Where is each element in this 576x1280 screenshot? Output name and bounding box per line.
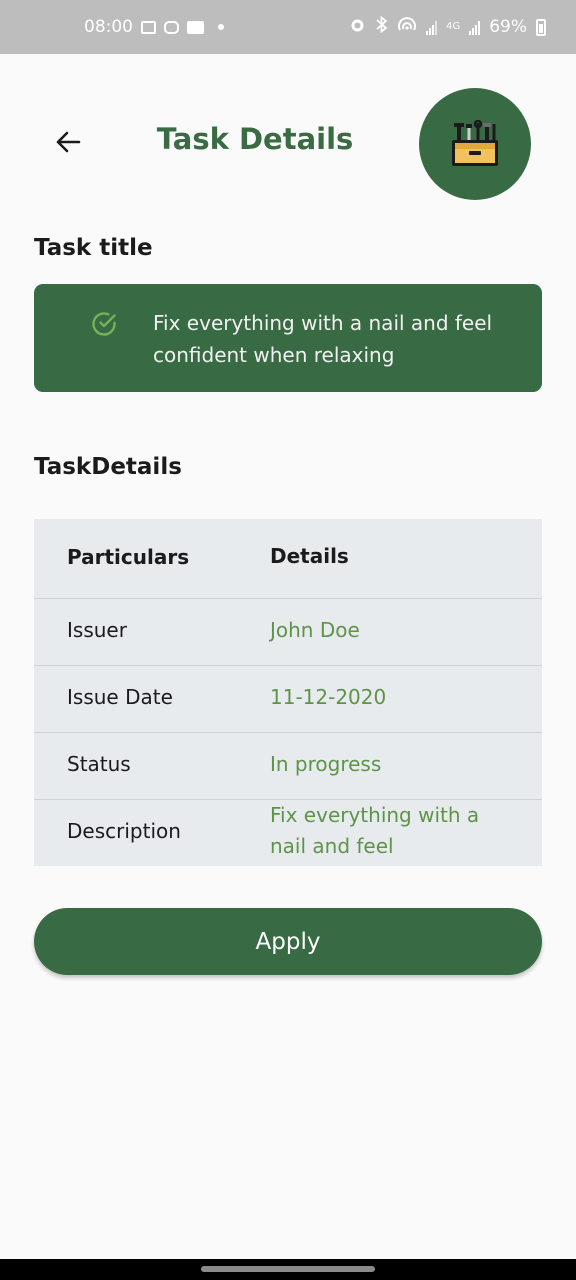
apply-button[interactable]: Apply [34, 908, 542, 975]
battery-percent: 69% [489, 17, 527, 37]
home-indicator[interactable] [201, 1266, 375, 1272]
table-row: Issue Date 11-12-2020 [34, 666, 542, 733]
toolbox-icon [452, 120, 498, 166]
row-value-status: In progress [270, 752, 382, 776]
details-table: Particulars Details Issuer John Doe Issu… [34, 519, 542, 866]
arrow-left-icon [56, 131, 81, 153]
network-type: 4G [446, 21, 461, 32]
folder-icon [187, 20, 204, 34]
table-header-row: Particulars Details [34, 519, 542, 599]
navigation-bar [0, 1259, 576, 1280]
task-details-heading: TaskDetails [34, 454, 182, 480]
bluetooth-icon [375, 15, 388, 38]
task-title-heading: Task title [34, 235, 153, 261]
battery-icon [536, 18, 546, 36]
avatar[interactable] [419, 88, 531, 200]
table-row: Issuer John Doe [34, 599, 542, 666]
check-circle-icon [90, 310, 118, 342]
table-header-particulars: Particulars [67, 545, 190, 569]
status-bar: 08:00 4G 69% [0, 0, 576, 54]
status-time: 08:00 [84, 17, 133, 37]
row-label-issuer: Issuer [67, 618, 127, 642]
notification-dot-icon [218, 24, 224, 30]
status-right: 4G 69% [349, 0, 546, 54]
task-title-card: Fix everything with a nail and feel conf… [34, 284, 542, 392]
table-row: Description Fix everything with a nail a… [34, 800, 542, 866]
status-left: 08:00 [84, 0, 224, 54]
gallery-icon [141, 20, 156, 34]
row-label-issue-date: Issue Date [67, 685, 173, 709]
signal-icon-2 [469, 20, 481, 35]
page-title: Task Details [156, 122, 354, 156]
row-value-issuer: John Doe [270, 618, 360, 642]
table-header-details: Details [270, 544, 349, 568]
row-value-issue-date: 11-12-2020 [270, 685, 387, 709]
task-title-text: Fix everything with a nail and feel conf… [153, 311, 493, 367]
row-label-status: Status [67, 752, 131, 776]
row-value-description: Fix everything with a nail and feel [270, 803, 480, 858]
table-row: Status In progress [34, 733, 542, 800]
back-button[interactable] [46, 120, 90, 164]
row-label-description: Description [67, 819, 181, 843]
hotspot-icon [397, 16, 417, 38]
signal-icon-1 [426, 20, 438, 35]
alarm-icon [349, 16, 366, 38]
instagram-icon [164, 20, 179, 34]
